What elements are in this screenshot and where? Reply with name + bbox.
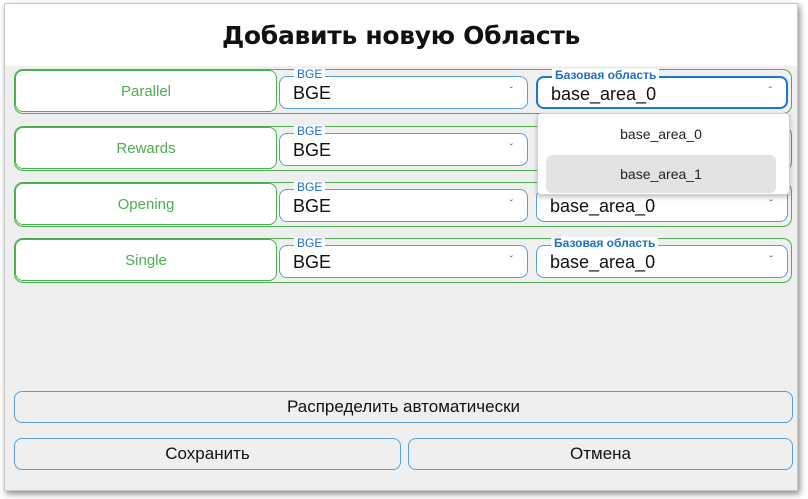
bge-select[interactable]: BGE BGE ˇ bbox=[279, 68, 528, 109]
chevron-up-icon: ˆ bbox=[768, 86, 772, 97]
bge-label: BGE bbox=[294, 237, 326, 250]
bge-label: BGE bbox=[294, 125, 326, 138]
title-bar: Добавить новую Область bbox=[5, 4, 797, 66]
chevron-down-icon: ˇ bbox=[769, 255, 773, 266]
area-name: Parallel bbox=[15, 70, 277, 112]
bge-select[interactable]: BGE BGE ˇ bbox=[279, 125, 528, 166]
area-name: Opening bbox=[15, 183, 277, 225]
chevron-down-icon: ˇ bbox=[509, 199, 513, 210]
base-area-label: Базовая область bbox=[551, 237, 659, 250]
bge-select[interactable]: BGE BGE ˇ bbox=[279, 181, 528, 222]
bge-value: BGE bbox=[293, 140, 332, 160]
area-name: Single bbox=[15, 239, 277, 281]
area-row-single: Single BGE BGE ˇ Базовая область base_ar… bbox=[14, 237, 792, 283]
chevron-down-icon: ˇ bbox=[509, 143, 513, 154]
base-area-value: base_area_0 bbox=[550, 196, 656, 216]
chevron-down-icon: ˇ bbox=[509, 255, 513, 266]
base-area-value: base_area_0 bbox=[550, 252, 656, 272]
bge-label: BGE bbox=[294, 181, 326, 194]
dialog-title: Добавить новую Область bbox=[221, 20, 581, 50]
bge-select[interactable]: BGE BGE ˇ bbox=[279, 237, 528, 278]
add-area-dialog: Добавить новую Область Parallel BGE BGE … bbox=[4, 3, 798, 491]
chevron-down-icon: ˇ bbox=[509, 86, 513, 97]
bge-value: BGE bbox=[293, 196, 332, 216]
area-row-parallel: Parallel BGE BGE ˇ Базовая область base_… bbox=[14, 68, 792, 114]
chevron-down-icon: ˇ bbox=[769, 199, 773, 210]
bge-value: BGE bbox=[293, 252, 332, 272]
bge-value: BGE bbox=[293, 83, 332, 103]
save-button[interactable]: Сохранить bbox=[14, 438, 401, 470]
auto-distribute-button[interactable]: Распределить автоматически bbox=[14, 391, 793, 423]
dropdown-option[interactable]: base_area_0 bbox=[546, 115, 776, 153]
area-name: Rewards bbox=[15, 127, 277, 169]
base-area-select[interactable]: Базовая область base_area_0 ˇ bbox=[536, 237, 788, 278]
dropdown-option-hovered[interactable]: base_area_1 bbox=[546, 155, 776, 193]
base-area-select[interactable]: Базовая область base_area_0 ˆ bbox=[536, 69, 788, 109]
base-area-value: base_area_0 bbox=[551, 84, 657, 104]
bge-label: BGE bbox=[294, 68, 326, 81]
cancel-button[interactable]: Отмена bbox=[408, 438, 793, 470]
base-area-dropdown-menu: base_area_0 base_area_1 bbox=[537, 113, 790, 195]
base-area-label: Базовая область bbox=[552, 69, 660, 82]
